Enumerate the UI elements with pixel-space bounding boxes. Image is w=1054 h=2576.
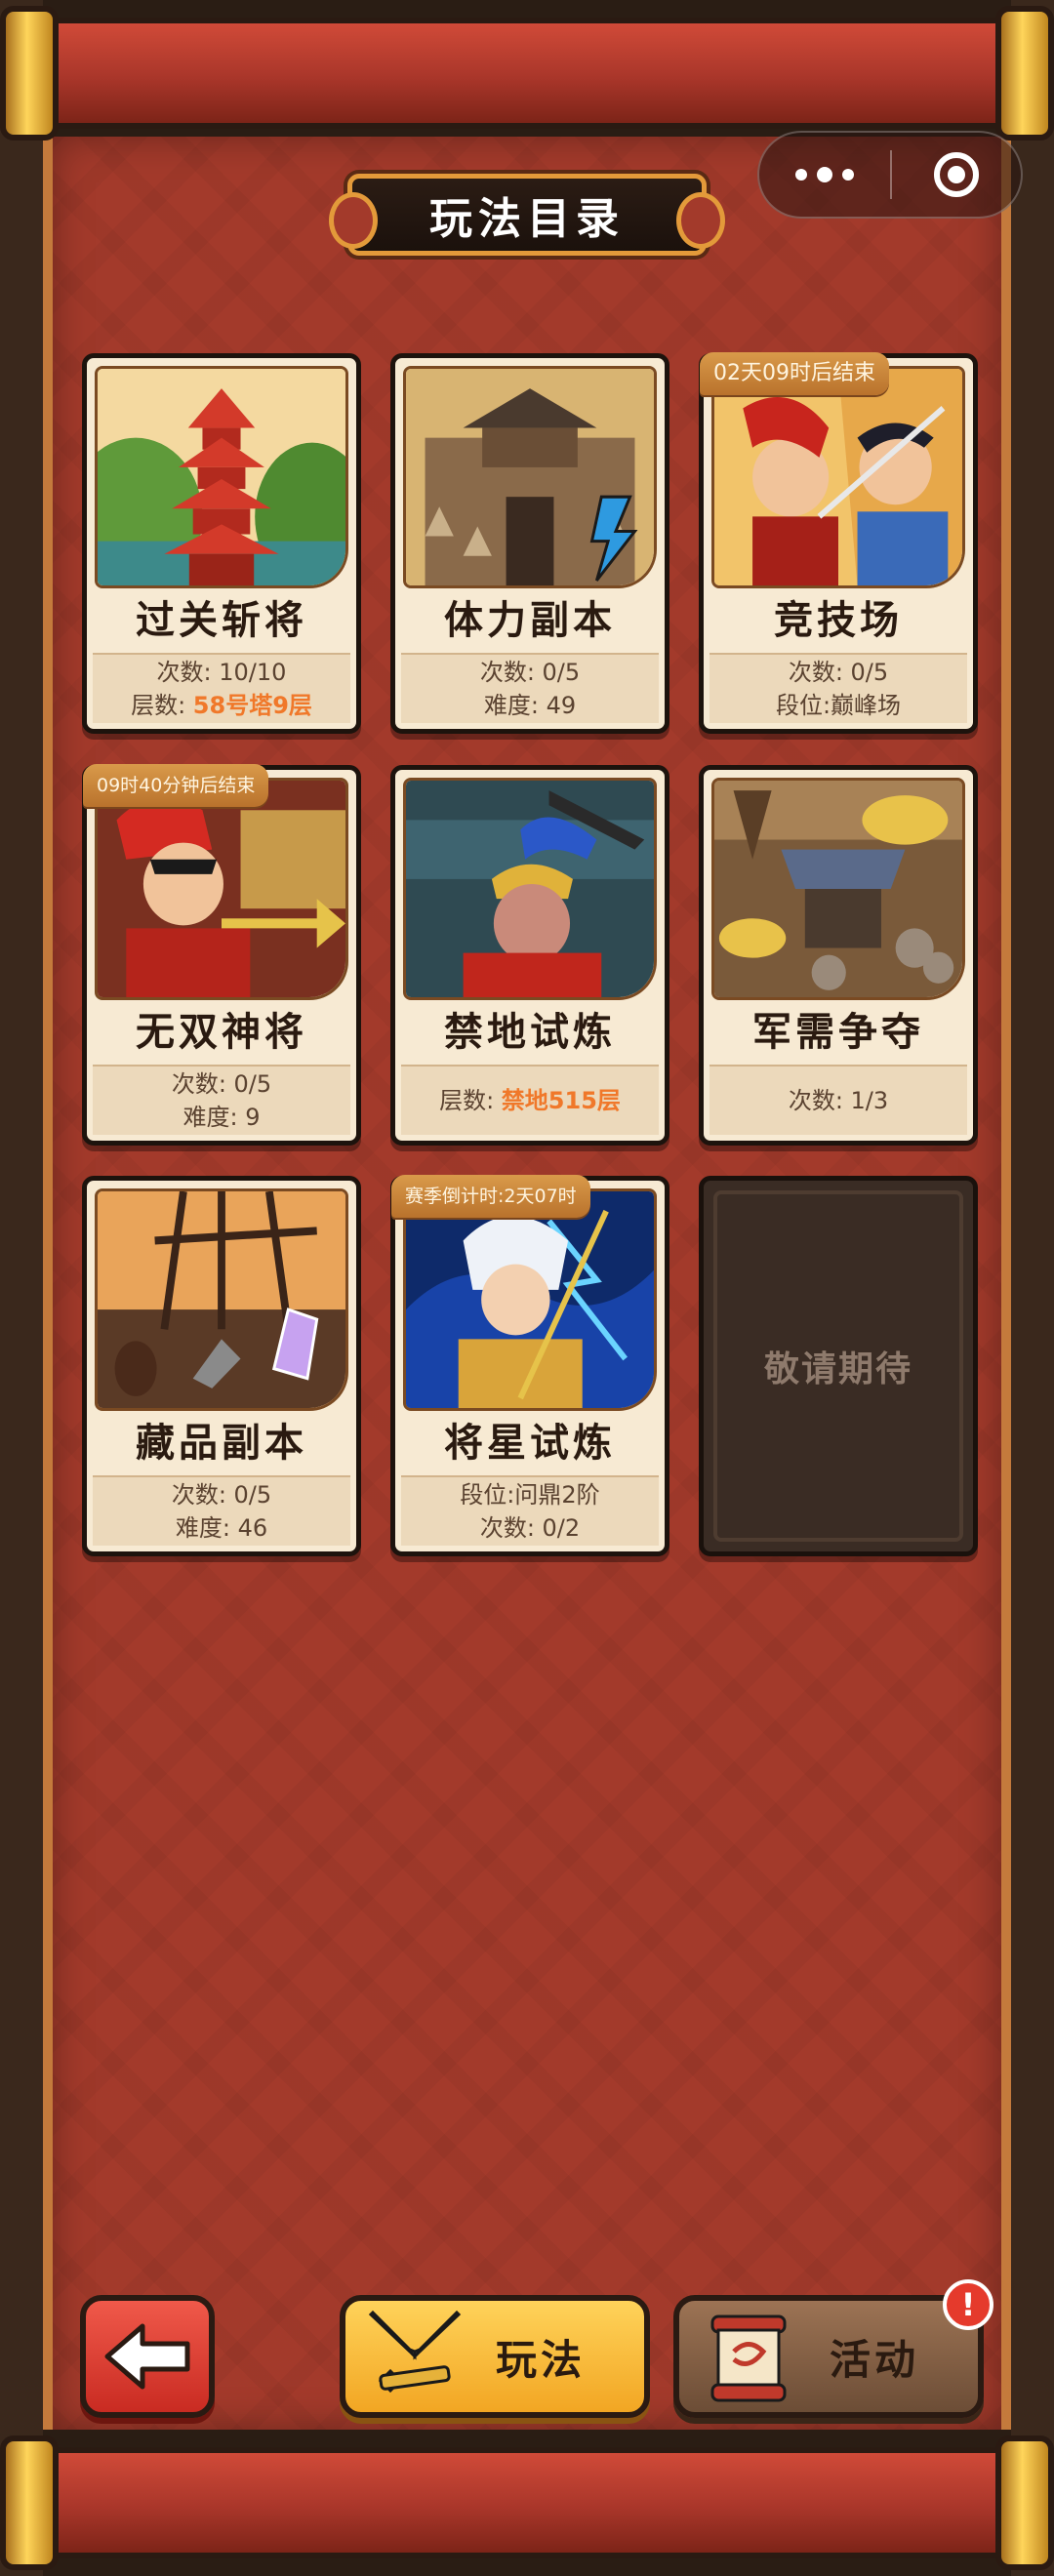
mode-card-jiangxing[interactable]: 赛季倒计时:2天07时 将星试炼 段位:问鼎2阶 次数: 0/2 [390,1175,669,1556]
card-info: 次数: 0/5 难度: 46 [93,1475,350,1546]
back-button[interactable] [80,2295,215,2418]
dot-icon [817,167,832,182]
card-line1: 次数: 0/5 [479,659,581,686]
card-info: 次数: 1/3 [709,1065,967,1135]
card-title: 禁地试炼 [444,1010,616,1055]
card-title: 将星试炼 [444,1421,616,1466]
more-menu-button[interactable] [759,133,890,217]
card-line1: 次数: 0/5 [788,659,889,686]
card-title: 藏品副本 [136,1421,307,1466]
mode-card-wushuang[interactable]: 09时40分钟后结束 无双神将 次数: 0/5 难度: 9 [82,764,361,1146]
general-art [95,778,348,1000]
card-info: 段位:问鼎2阶 次数: 0/2 [401,1475,659,1546]
arena-timer-badge: 02天09时后结束 [700,352,889,395]
wechat-capsule [757,131,1023,219]
fortress-art [403,366,657,588]
card-title: 无双神将 [136,1010,307,1055]
dot-icon [795,169,807,181]
coming-soon-label: 敬请期待 [763,1349,912,1389]
notification-badge: ! [943,2279,993,2330]
tab-events-label: 活动 [830,2335,920,2384]
coming-soon-panel: 敬请期待 [713,1190,963,1542]
mode-card-arena[interactable]: 02天09时后结束 竞技场 次数: 0/5 段位:巅峰场 [699,352,978,734]
target-close-icon [933,152,979,197]
card-title: 体力副本 [444,598,616,643]
page-title: 玩法目录 [429,194,625,244]
card-line2: 难度: 49 [483,692,577,719]
tab-play[interactable]: 玩法 [340,2295,650,2418]
mode-card-junxu[interactable]: 军需争夺 次数: 1/3 [699,765,978,1146]
bottom-scroll-rod [0,2430,1054,2576]
right-edge [1011,0,1054,2576]
mode-card-coming-soon: 敬请期待 [699,1176,978,1556]
supplies-art [711,778,965,1000]
card-line1: 段位:问鼎2阶 [460,1481,600,1509]
card-info: 层数: 禁地515层 [401,1065,659,1135]
card-line1: 次数: 0/5 [171,1070,272,1098]
mode-card-jindi[interactable]: 禁地试炼 层数: 禁地515层 [390,765,669,1146]
card-line2: 难度: 46 [175,1514,268,1542]
card-line2: 层数: 禁地515层 [439,1087,621,1114]
mode-card-guoguan[interactable]: 过关斩将 次数: 10/10 层数: 58号塔9层 [82,353,361,734]
card-line1: 次数: 10/10 [156,659,287,686]
tab-play-label: 玩法 [496,2335,587,2384]
card-title: 军需争夺 [752,1010,924,1055]
card-line1: 次数: 1/3 [788,1087,889,1114]
arrow-left-icon [104,2323,190,2390]
card-line1: 次数: 0/5 [171,1481,272,1509]
card-title: 竞技场 [774,598,903,643]
left-edge [0,0,43,2576]
mode-card-tili[interactable]: 体力副本 次数: 0/5 难度: 49 [390,353,669,734]
crossed-swords-icon [351,2298,478,2415]
tab-events[interactable]: 活动 ! [673,2279,993,2418]
scroll-icon [685,2298,812,2415]
arena-art [711,366,965,588]
mode-card-cangpin[interactable]: 藏品副本 次数: 0/5 难度: 46 [82,1176,361,1556]
card-line2: 次数: 0/2 [479,1514,581,1542]
collection-art [95,1188,348,1411]
season-countdown-badge: 赛季倒计时:2天07时 [391,1175,590,1218]
dot-icon [842,169,854,181]
forbidden-land-art [403,778,657,1000]
card-line2: 层数: 58号塔9层 [131,692,312,719]
pagoda-art [95,366,348,588]
star-general-art [403,1188,657,1411]
card-info: 次数: 10/10 层数: 58号塔9层 [93,653,350,723]
close-miniprogram-button[interactable] [892,133,1021,217]
title-plate: 玩法目录 [329,174,725,256]
card-title: 过关斩将 [136,598,307,643]
card-line2: 难度: 9 [182,1104,261,1131]
card-info: 次数: 0/5 难度: 49 [401,653,659,723]
card-info: 次数: 0/5 段位:巅峰场 [709,653,967,723]
wushuang-timer-badge: 09时40分钟后结束 [83,764,269,807]
top-scroll-rod [0,0,1054,146]
card-info: 次数: 0/5 难度: 9 [93,1065,350,1135]
card-line2: 段位:巅峰场 [775,692,902,719]
